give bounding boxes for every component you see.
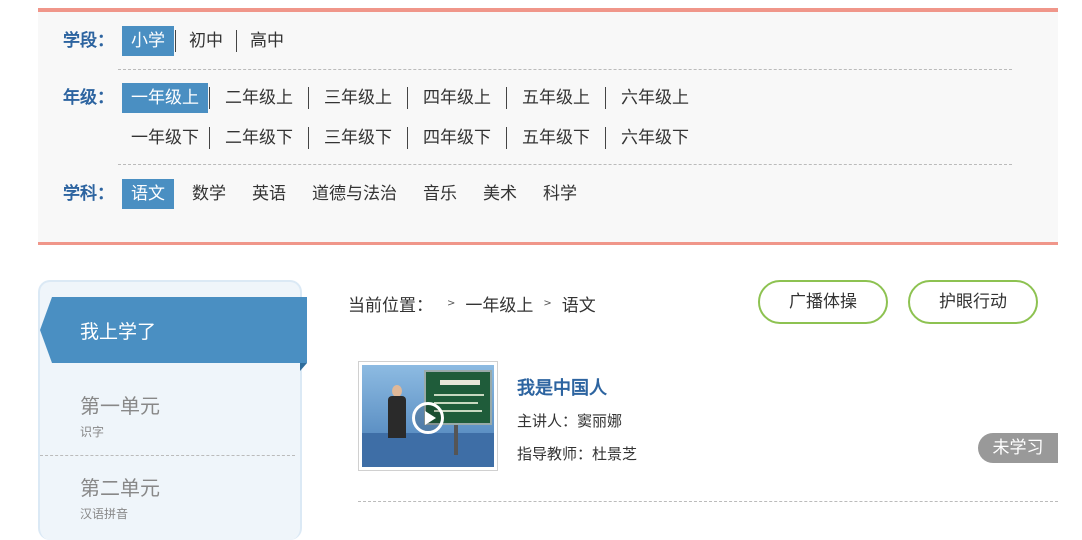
- grade-option-2-lower[interactable]: 二年级下: [211, 123, 307, 153]
- divider: [209, 87, 210, 109]
- grade-option-4-lower[interactable]: 四年级下: [409, 123, 505, 153]
- lesson-speaker: 主讲人：窦丽娜: [517, 412, 623, 430]
- teacher-figure: [388, 385, 406, 439]
- stage-option-junior[interactable]: 初中: [177, 26, 235, 56]
- grade-row-upper: 年级： 一年级上 二年级上 三年级上 四年级上 五年级上 六年级上: [38, 83, 1058, 113]
- divider: [407, 87, 408, 109]
- divider: [407, 127, 408, 149]
- breadcrumb-separator: >: [543, 298, 552, 309]
- filter-panel: 学段： 小学 初中 高中 年级： 一年级上 二年级上 三年级上 四年级上 五年级…: [38, 8, 1058, 245]
- stage-options: 小学 初中 高中: [122, 26, 296, 56]
- stage-option-senior[interactable]: 高中: [238, 26, 296, 56]
- grade-option-3-lower[interactable]: 三年级下: [310, 123, 406, 153]
- sidebar-header-current[interactable]: 我上学了: [40, 297, 307, 363]
- breadcrumb-separator: >: [447, 298, 456, 309]
- grade-option-6-upper[interactable]: 六年级上: [607, 83, 703, 113]
- unit-subtitle: 汉语拼音: [80, 507, 129, 521]
- breadcrumb: 当前位置： > 一年级上 > 语文: [348, 291, 596, 316]
- play-icon[interactable]: [412, 402, 444, 434]
- divider: [506, 127, 507, 149]
- broadcast-exercise-button[interactable]: 广播体操: [758, 280, 888, 324]
- eye-care-button[interactable]: 护眼行动: [908, 280, 1038, 324]
- ribbon-fold: [300, 363, 307, 371]
- divider: [308, 87, 309, 109]
- divider: [209, 127, 210, 149]
- grade-option-5-upper[interactable]: 五年级上: [508, 83, 604, 113]
- lesson-title[interactable]: 我是中国人: [517, 374, 607, 400]
- divider: [308, 127, 309, 149]
- subject-option-chinese[interactable]: 语文: [122, 179, 174, 209]
- grade-option-3-upper[interactable]: 三年级上: [310, 83, 406, 113]
- subject-option-english[interactable]: 英语: [244, 179, 294, 209]
- grade-options-lower: 一年级下 二年级下 三年级下 四年级下 五年级下 六年级下: [122, 123, 703, 153]
- stage-row: 学段： 小学 初中 高中: [38, 26, 1058, 56]
- subject-options: 语文 数学 英语 道德与法治 音乐 美术 科学: [122, 179, 585, 209]
- dashed-divider: [40, 455, 295, 456]
- divider: [236, 30, 237, 52]
- stage-option-primary[interactable]: 小学: [122, 26, 174, 56]
- grade-row-lower: 一年级下 二年级下 三年级下 四年级下 五年级下 六年级下: [38, 123, 1058, 153]
- subject-option-math[interactable]: 数学: [184, 179, 234, 209]
- sidebar-unit-2[interactable]: 第二单元 汉语拼音: [80, 472, 160, 522]
- breadcrumb-label: 当前位置：: [348, 296, 433, 316]
- grade-option-1-lower[interactable]: 一年级下: [122, 123, 208, 153]
- divider: [605, 127, 606, 149]
- subject-option-music[interactable]: 音乐: [415, 179, 465, 209]
- grade-option-2-upper[interactable]: 二年级上: [211, 83, 307, 113]
- divider: [175, 30, 176, 52]
- unit-title: 第一单元: [80, 394, 160, 418]
- grade-option-4-upper[interactable]: 四年级上: [409, 83, 505, 113]
- subject-option-science[interactable]: 科学: [535, 179, 585, 209]
- divider: [605, 87, 606, 109]
- grade-option-1-upper[interactable]: 一年级上: [122, 83, 208, 113]
- divider: [506, 87, 507, 109]
- subject-row: 学科： 语文 数学 英语 道德与法治 音乐 美术 科学: [38, 179, 1058, 209]
- lesson-mentor: 指导教师：杜景芝: [517, 445, 638, 463]
- sidebar-header-label: 我上学了: [80, 321, 157, 343]
- sidebar-unit-1[interactable]: 第一单元 识字: [80, 390, 160, 440]
- breadcrumb-item-grade[interactable]: 一年级上: [465, 291, 533, 316]
- subject-option-morality[interactable]: 道德与法治: [304, 179, 405, 209]
- subject-option-art[interactable]: 美术: [475, 179, 525, 209]
- video-preview: [362, 365, 494, 467]
- dashed-divider: [358, 501, 1058, 502]
- grade-option-5-lower[interactable]: 五年级下: [508, 123, 604, 153]
- breadcrumb-item-subject[interactable]: 语文: [562, 291, 596, 316]
- lesson-thumbnail[interactable]: [358, 361, 498, 471]
- unit-title: 第二单元: [80, 476, 160, 500]
- dashed-divider: [118, 164, 1012, 165]
- grade-option-6-lower[interactable]: 六年级下: [607, 123, 703, 153]
- dashed-divider: [118, 69, 1012, 70]
- unit-subtitle: 识字: [80, 425, 105, 439]
- status-badge: 未学习: [978, 433, 1058, 463]
- grade-options-upper: 一年级上 二年级上 三年级上 四年级上 五年级上 六年级上: [122, 83, 703, 113]
